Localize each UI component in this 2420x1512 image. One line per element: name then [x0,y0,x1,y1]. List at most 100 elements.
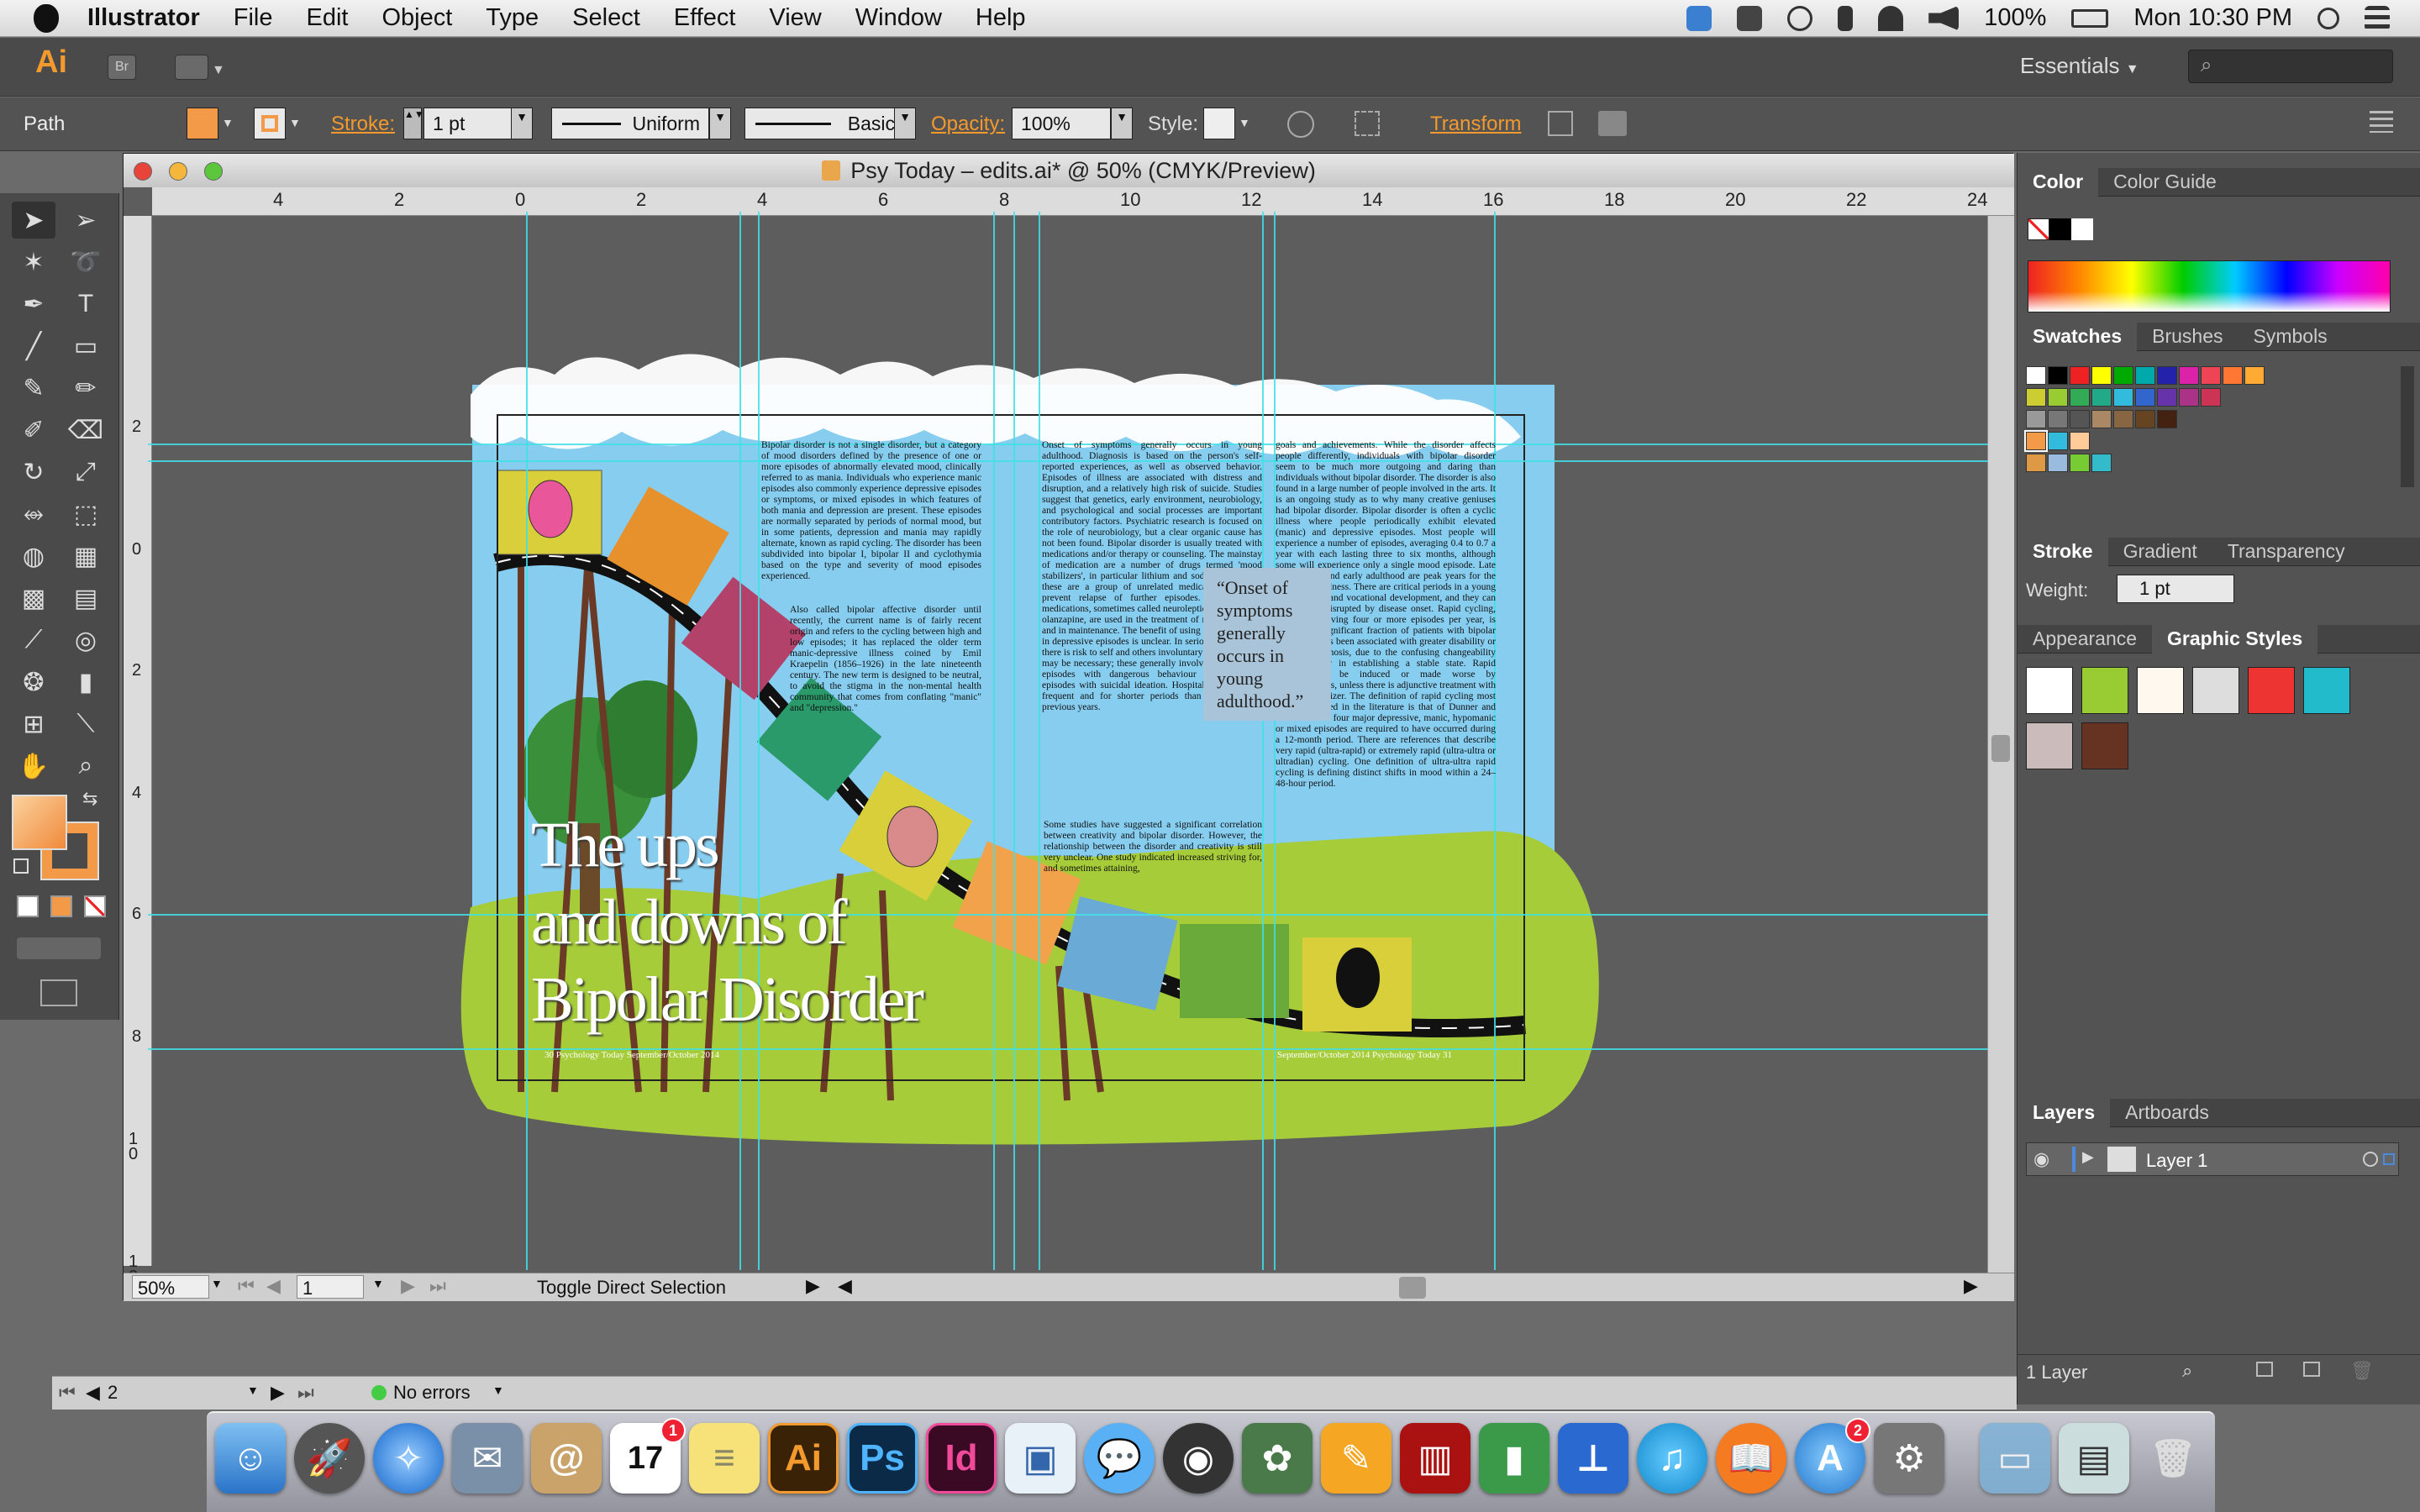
notes-icon[interactable]: ≡ [689,1423,760,1494]
preflight-dropdown-chevron-icon[interactable]: ▼ [492,1383,504,1397]
layer-name[interactable]: Layer 1 [2146,1150,2207,1172]
tab-layers[interactable]: Layers [2018,1098,2111,1127]
finder-icon[interactable]: ☺ [215,1423,286,1494]
swatch[interactable] [2026,366,2046,385]
graphic-style[interactable] [2248,667,2295,714]
itunes-icon[interactable]: ♫ [1637,1423,1707,1494]
swatch[interactable] [2091,366,2112,385]
tab-transparency[interactable]: Transparency [2212,538,2360,566]
keynote-icon[interactable]: ⊥ [1558,1423,1628,1494]
swatch[interactable] [2201,388,2221,407]
swatch[interactable] [2157,410,2177,428]
photoshop-dock-icon[interactable]: Ps [847,1423,918,1494]
page-dropdown-chevron-icon[interactable]: ▼ [247,1383,259,1397]
previous-page-icon[interactable]: ◀ [86,1382,100,1404]
contacts-icon[interactable]: @ [531,1423,602,1494]
swatch[interactable] [2048,388,2068,407]
stroke-weight-input[interactable]: 1 pt [2117,575,2234,603]
expand-layer-icon[interactable]: ▶ [2082,1148,2094,1166]
first-page-icon[interactable]: ⏮ [59,1382,76,1404]
swatch[interactable] [2135,388,2155,407]
swatch[interactable] [2113,366,2133,385]
swatch[interactable] [2048,432,2068,450]
folio-right[interactable]: September/October 2014 Psychology Today … [1277,1050,1452,1060]
preflight-status[interactable]: No errors [393,1382,471,1404]
selection-indicator-icon[interactable] [2383,1153,2395,1165]
swatch[interactable] [2026,410,2046,428]
swatch[interactable] [2157,388,2177,407]
next-page-icon[interactable]: ▶ [271,1382,285,1404]
tab-graphic-styles[interactable]: Graphic Styles [2152,624,2318,654]
swatch[interactable] [2070,454,2090,472]
swatch[interactable] [2179,388,2199,407]
swatch[interactable] [2091,388,2112,407]
color-spectrum[interactable] [2028,260,2391,312]
swatch[interactable] [2113,388,2133,407]
target-icon[interactable] [2363,1152,2378,1167]
illustrator-dock-icon[interactable]: Ai [768,1423,839,1494]
tab-symbols[interactable]: Symbols [2238,323,2342,351]
swatch[interactable] [2070,432,2090,450]
layer-row[interactable]: ◉ ▶ Layer 1 [2026,1142,2399,1176]
swatch[interactable] [2201,366,2221,385]
trash-icon[interactable]: 🗑 [2138,1423,2208,1494]
graphic-style[interactable] [2303,667,2350,714]
photo-booth-icon[interactable]: ▥ [1400,1423,1470,1494]
swatch[interactable] [2070,388,2090,407]
swatch[interactable] [2091,454,2112,472]
tab-brushes[interactable]: Brushes [2137,323,2238,351]
swatch[interactable] [2026,454,2046,472]
swatch[interactable] [2070,410,2090,428]
swatch[interactable] [2135,366,2155,385]
swatch[interactable] [2244,366,2265,385]
body-column-1a[interactable]: Bipolar disorder is not a single disorde… [761,440,981,582]
applications-folder-icon[interactable]: ▭ [1980,1423,2050,1494]
mail-stamp-icon[interactable]: ✉ [452,1423,523,1494]
none-color-swatch[interactable] [2028,218,2049,240]
tab-color[interactable]: Color [2018,167,2099,197]
swatch-selected[interactable] [2024,430,2048,452]
documents-stack-icon[interactable]: ▤ [2059,1423,2129,1494]
preview-icon[interactable]: ▣ [1005,1423,1076,1494]
app-store-icon[interactable]: A 2 [1795,1418,1870,1494]
swatch[interactable] [2048,410,2068,428]
facetime-icon[interactable]: ◉ [1163,1423,1234,1494]
graphic-style[interactable] [2192,667,2239,714]
tab-stroke[interactable]: Stroke [2018,537,2108,566]
tab-appearance[interactable]: Appearance [2018,625,2152,654]
graphic-style[interactable] [2026,722,2073,769]
folio-left[interactable]: 30 Psychology Today September/October 20… [544,1050,719,1060]
new-layer-icon[interactable] [2303,1362,2320,1377]
pull-quote[interactable]: “Onset of symptoms generally occurs in y… [1203,568,1331,721]
white-color-swatch[interactable] [2071,218,2093,240]
page-number[interactable]: 2 [108,1382,118,1404]
graphic-style[interactable] [2081,667,2128,714]
delete-layer-icon[interactable]: 🗑 [2350,1360,2374,1382]
black-color-swatch[interactable] [2049,218,2071,240]
pages-icon[interactable]: ✎ [1321,1423,1392,1494]
swatch[interactable] [2091,410,2112,428]
system-preferences-icon[interactable]: ⚙ [1874,1423,1944,1494]
visibility-eye-icon[interactable]: ◉ [2033,1148,2049,1170]
tab-gradient[interactable]: Gradient [2108,538,2212,566]
tab-artboards[interactable]: Artboards [2110,1099,2224,1127]
swatch[interactable] [2135,410,2155,428]
graphic-style-default[interactable] [2026,667,2073,714]
swatch[interactable] [2070,366,2090,385]
swatch[interactable] [2179,366,2199,385]
iphoto-icon[interactable]: ✿ [1242,1423,1313,1494]
fill-swatch[interactable] [12,795,67,850]
tab-color-guide[interactable]: Color Guide [2098,168,2232,197]
swatch[interactable] [2157,366,2177,385]
swatches-scrollbar[interactable] [2401,366,2414,487]
graphic-style[interactable] [2137,667,2184,714]
headline[interactable]: The ups and downs of Bipolar Disorder [531,806,924,1038]
swatch-grid[interactable] [2024,366,2392,487]
body-column-1b[interactable]: Also called bipolar affective disorder u… [790,605,981,714]
numbers-icon[interactable]: ▮ [1479,1423,1549,1494]
locate-object-icon[interactable]: ⌕ [2182,1360,2192,1382]
safari-icon[interactable]: ✧ [373,1423,444,1494]
swatch[interactable] [2048,454,2068,472]
new-sublayer-icon[interactable] [2256,1362,2273,1377]
swatch[interactable] [2113,410,2133,428]
